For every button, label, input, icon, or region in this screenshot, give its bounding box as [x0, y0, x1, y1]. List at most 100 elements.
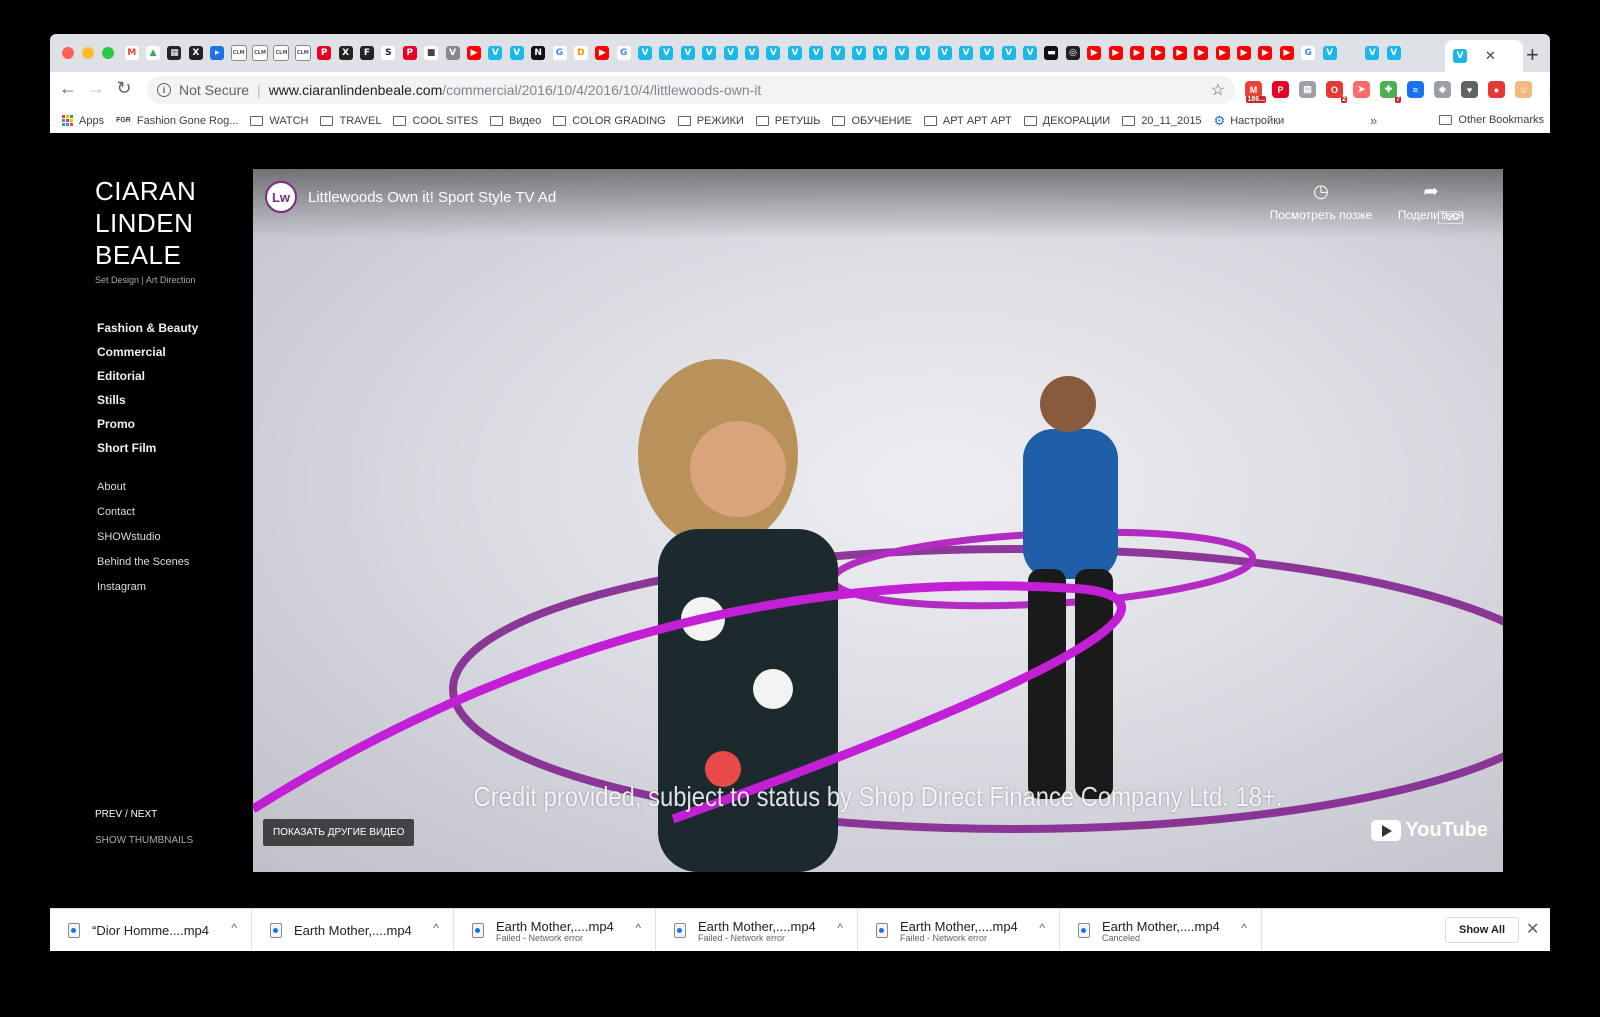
browser-tab[interactable]: V — [978, 44, 997, 62]
pocket-icon[interactable]: ♥ — [1461, 81, 1478, 98]
show-thumbnails-link[interactable]: SHOW THUMBNAILS — [95, 835, 193, 846]
bookmark-item[interactable]: TRAVEL — [320, 115, 381, 127]
browser-tab[interactable]: V — [764, 44, 783, 62]
browser-tab[interactable]: ▶ — [1149, 44, 1168, 62]
info-icon[interactable]: i — [157, 83, 171, 97]
browser-tab[interactable]: D — [571, 44, 590, 62]
active-tab[interactable]: V ✕ — [1445, 40, 1523, 72]
chevron-up-icon[interactable]: ^ — [837, 921, 843, 935]
bookmark-item[interactable]: ОБУЧЕНИЕ — [832, 115, 912, 127]
browser-tab[interactable]: ▶ — [593, 44, 612, 62]
browser-tab[interactable]: ▸ — [208, 44, 227, 62]
browser-tab[interactable]: ▬ — [1042, 44, 1061, 62]
pinterest-icon[interactable]: P — [1272, 81, 1289, 98]
nav-short-film[interactable]: Short Film — [97, 439, 198, 457]
bookmark-item[interactable]: FGR Fashion Gone Rog... — [116, 115, 238, 127]
browser-tab[interactable]: G — [550, 44, 569, 62]
browser-tab[interactable]: G — [1298, 44, 1317, 62]
show-all-button[interactable]: Show All — [1445, 917, 1520, 943]
browser-tab[interactable]: V — [999, 44, 1018, 62]
browser-tab[interactable]: ▶ — [1127, 44, 1146, 62]
browser-tab[interactable]: V — [1363, 44, 1382, 62]
bookmark-item[interactable]: ⚙ Настройки — [1214, 113, 1285, 129]
browser-tab[interactable]: N — [528, 44, 547, 62]
download-item[interactable]: Earth Mother,....mp4 Failed - Network err… — [454, 909, 656, 951]
chevron-up-icon[interactable]: ^ — [231, 921, 237, 935]
bookmark-item[interactable]: 20_11_2015 — [1122, 115, 1202, 127]
bookmark-item[interactable]: РЕЖИКИ — [677, 115, 744, 127]
browser-tab[interactable]: V — [507, 44, 526, 62]
youtube-logo[interactable]: YouTube — [1371, 819, 1488, 842]
channel-logo[interactable]: Lw — [265, 181, 297, 213]
browser-tab[interactable]: M — [122, 44, 141, 62]
address-bar[interactable]: i Not Secure | www.ciaranlindenbeale.com… — [147, 76, 1235, 104]
url-path[interactable]: /commercial/2016/10/4/2016/10/4/littlewo… — [442, 82, 761, 98]
download-item[interactable]: Earth Mother,....mp4 Failed - Network err… — [656, 909, 858, 951]
maximize-window-button[interactable] — [102, 47, 114, 59]
browser-tab[interactable]: V — [828, 44, 847, 62]
reload-icon[interactable]: ↻ — [112, 78, 136, 99]
nav-instagram[interactable]: Instagram — [97, 578, 189, 596]
video-player[interactable]: Lw Littlewoods Own it! Sport Style TV Ad… — [253, 169, 1503, 872]
nav-commercial[interactable]: Commercial — [97, 343, 198, 361]
more-bookmarks-icon[interactable]: » — [1370, 113, 1377, 128]
browser-tab[interactable]: V — [486, 44, 505, 62]
browser-tab[interactable]: V — [657, 44, 676, 62]
download-item[interactable]: Earth Mother,....mp4 Canceled ^ — [1060, 909, 1262, 951]
browser-tab[interactable]: S — [379, 44, 398, 62]
browser-tab[interactable]: F — [357, 44, 376, 62]
browser-tab[interactable]: G — [614, 44, 633, 62]
prev-next-link[interactable]: PREV / NEXT — [95, 809, 157, 820]
browser-tab[interactable]: ◎ — [1063, 44, 1082, 62]
bookmark-item[interactable]: РЕТУШЬ — [755, 115, 820, 127]
nav-promo[interactable]: Promo — [97, 415, 198, 433]
browser-tab[interactable]: V — [807, 44, 826, 62]
gmail-icon[interactable]: M 186... — [1245, 81, 1266, 103]
arrow-icon[interactable]: ➤ — [1353, 81, 1370, 98]
browser-tab[interactable]: X — [336, 44, 355, 62]
browser-tab[interactable]: V — [913, 44, 932, 62]
browser-tab[interactable]: P — [400, 44, 419, 62]
watch-later-button[interactable]: ◷ Посмотреть позже — [1261, 181, 1381, 222]
browser-tab[interactable]: CLM — [250, 44, 269, 62]
browser-tab[interactable]: CLM — [272, 44, 291, 62]
back-icon[interactable]: ← — [56, 78, 80, 99]
browser-tab[interactable]: V — [849, 44, 868, 62]
new-tab-button[interactable]: + — [1526, 42, 1539, 68]
bookmark-item[interactable]: WATCH — [250, 115, 308, 127]
browser-tab[interactable]: ▶ — [1192, 44, 1211, 62]
browser-tab[interactable]: X — [186, 44, 205, 62]
url-host[interactable]: www.ciaranlindenbeale.com — [269, 82, 443, 98]
close-downloads-icon[interactable]: ✕ — [1526, 919, 1539, 939]
minimize-window-button[interactable] — [82, 47, 94, 59]
chevron-up-icon[interactable]: ^ — [1241, 921, 1247, 935]
browser-tab[interactable]: ▶ — [1170, 44, 1189, 62]
download-item[interactable]: “Dior Homme....mp4 ^ — [50, 909, 252, 951]
browser-tab[interactable]: ▶ — [1234, 44, 1253, 62]
store-icon[interactable]: ▤ — [1299, 81, 1316, 98]
bookmark-star-icon[interactable]: ☆ — [1211, 80, 1225, 100]
browser-tab[interactable]: V — [678, 44, 697, 62]
browser-tab[interactable]: V — [935, 44, 954, 62]
browser-tab[interactable]: V — [721, 44, 740, 62]
bookmark-item[interactable]: ДЕКОРАЦИИ — [1023, 115, 1110, 127]
avatar-icon[interactable]: ☺ — [1515, 81, 1532, 98]
browser-tab[interactable]: V — [443, 44, 462, 62]
other-bookmarks[interactable]: Other Bookmarks — [1439, 114, 1544, 126]
browser-tab[interactable]: ▦ — [165, 44, 184, 62]
browser-tab[interactable]: V — [635, 44, 654, 62]
puzzle-icon[interactable]: ✚ 7 — [1380, 81, 1401, 103]
site-title[interactable]: CIARAN LINDEN BEALE — [95, 175, 196, 271]
bookmark-item[interactable]: COOL SITES — [393, 115, 478, 127]
bookmark-item[interactable]: COLOR GRADING — [553, 115, 666, 127]
nav-behind-the-scenes[interactable]: Behind the Scenes — [97, 553, 189, 571]
pin-icon[interactable]: ● — [1488, 81, 1505, 98]
browser-tab[interactable]: ▶ — [1256, 44, 1275, 62]
close-window-button[interactable] — [62, 47, 74, 59]
download-item[interactable]: Earth Mother,....mp4 ^ — [252, 909, 454, 951]
forward-icon[interactable]: → — [84, 78, 108, 99]
menu-icon[interactable]: ⋮ — [1542, 81, 1550, 98]
browser-tab[interactable]: V — [785, 44, 804, 62]
browser-tab[interactable]: ■ — [421, 44, 440, 62]
browser-tab[interactable]: V — [742, 44, 761, 62]
